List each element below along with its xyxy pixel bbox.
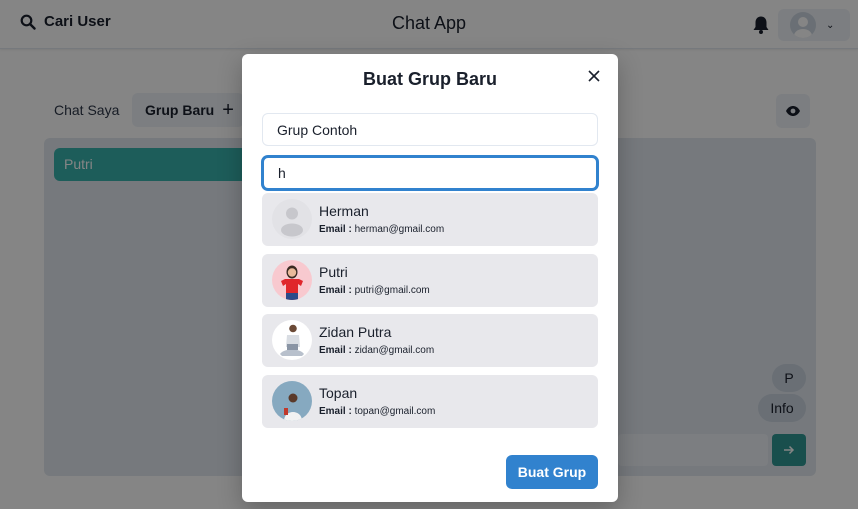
default-user-icon <box>281 207 303 237</box>
user-result-item[interactable]: Topan Email : topan@gmail.com <box>262 375 598 428</box>
email-label: Email : <box>319 224 352 235</box>
user-name: Topan <box>319 385 358 401</box>
user-photo-icon <box>280 324 304 356</box>
user-email: herman@gmail.com <box>354 224 445 235</box>
create-group-modal: Buat Grup Baru Herman Email : herman@gma… <box>242 54 618 502</box>
avatar <box>272 260 312 300</box>
user-photo-icon <box>281 265 303 300</box>
user-photo-icon <box>284 393 302 421</box>
close-icon <box>588 70 600 82</box>
group-name-input[interactable] <box>262 113 598 146</box>
user-email-row: Email : herman@gmail.com <box>319 224 444 235</box>
avatar <box>272 320 312 360</box>
avatar <box>272 381 312 421</box>
email-label: Email : <box>319 406 352 417</box>
user-name: Putri <box>319 264 348 280</box>
avatar <box>272 199 312 239</box>
email-label: Email : <box>319 345 352 356</box>
user-email: topan@gmail.com <box>354 406 436 417</box>
user-email: putri@gmail.com <box>354 285 430 296</box>
user-name: Herman <box>319 203 369 219</box>
modal-title: Buat Grup Baru <box>362 69 497 89</box>
user-email: zidan@gmail.com <box>354 345 435 356</box>
user-result-item[interactable]: Zidan Putra Email : zidan@gmail.com <box>262 314 598 367</box>
user-email-row: Email : putri@gmail.com <box>319 285 430 296</box>
user-name: Zidan Putra <box>319 324 392 340</box>
create-group-button[interactable]: Buat Grup <box>506 455 598 489</box>
user-email-row: Email : zidan@gmail.com <box>319 345 434 356</box>
user-result-item[interactable]: Herman Email : herman@gmail.com <box>262 193 598 246</box>
user-email-row: Email : topan@gmail.com <box>319 406 435 417</box>
close-button[interactable] <box>585 67 603 85</box>
user-result-item[interactable]: Putri Email : putri@gmail.com <box>262 254 598 307</box>
email-label: Email : <box>319 285 352 296</box>
user-search-input[interactable] <box>262 156 598 190</box>
